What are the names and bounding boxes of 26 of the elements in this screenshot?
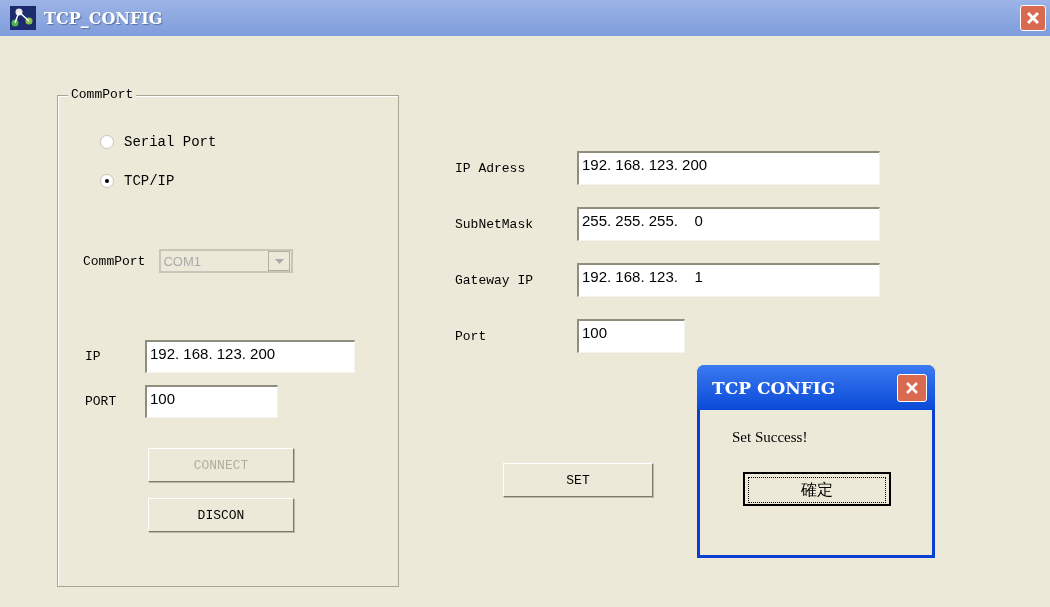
field-label: Port xyxy=(455,328,488,344)
window-title: TCP_CONFIG xyxy=(44,8,163,28)
dialog-title: TCP CONFIG xyxy=(712,377,836,398)
ok-button[interactable]: 確定 xyxy=(743,472,891,506)
field-label: IP xyxy=(85,349,102,364)
set-button[interactable]: SET xyxy=(503,463,653,497)
close-icon xyxy=(905,380,919,395)
dialog-message: Set Success! xyxy=(732,429,809,446)
field-label: SubNetMask xyxy=(455,216,534,232)
input-field[interactable]: 100 xyxy=(145,385,278,418)
input-field[interactable]: 255. 255. 255. 0 xyxy=(577,207,880,241)
close-button[interactable] xyxy=(897,373,927,402)
field-label: PORT xyxy=(85,394,118,409)
input-field[interactable]: 100 xyxy=(577,319,685,353)
input-field[interactable]: 192. 168. 123. 200 xyxy=(145,340,355,373)
field-label: Gateway IP xyxy=(455,272,534,288)
network-icon xyxy=(10,6,36,30)
close-icon xyxy=(1025,10,1041,26)
radio-option[interactable]: TCP/IP xyxy=(100,173,175,189)
input-field[interactable]: 192. 168. 123. 1 xyxy=(577,263,880,297)
field-label: IP Adress xyxy=(455,160,527,176)
radio-option[interactable]: Serial Port xyxy=(100,134,217,150)
close-button[interactable] xyxy=(1020,5,1046,31)
field-label: CommPort xyxy=(83,253,146,269)
input-field[interactable]: 192. 168. 123. 200 xyxy=(577,151,880,185)
disconnect-button[interactable]: DISCON xyxy=(148,498,294,532)
